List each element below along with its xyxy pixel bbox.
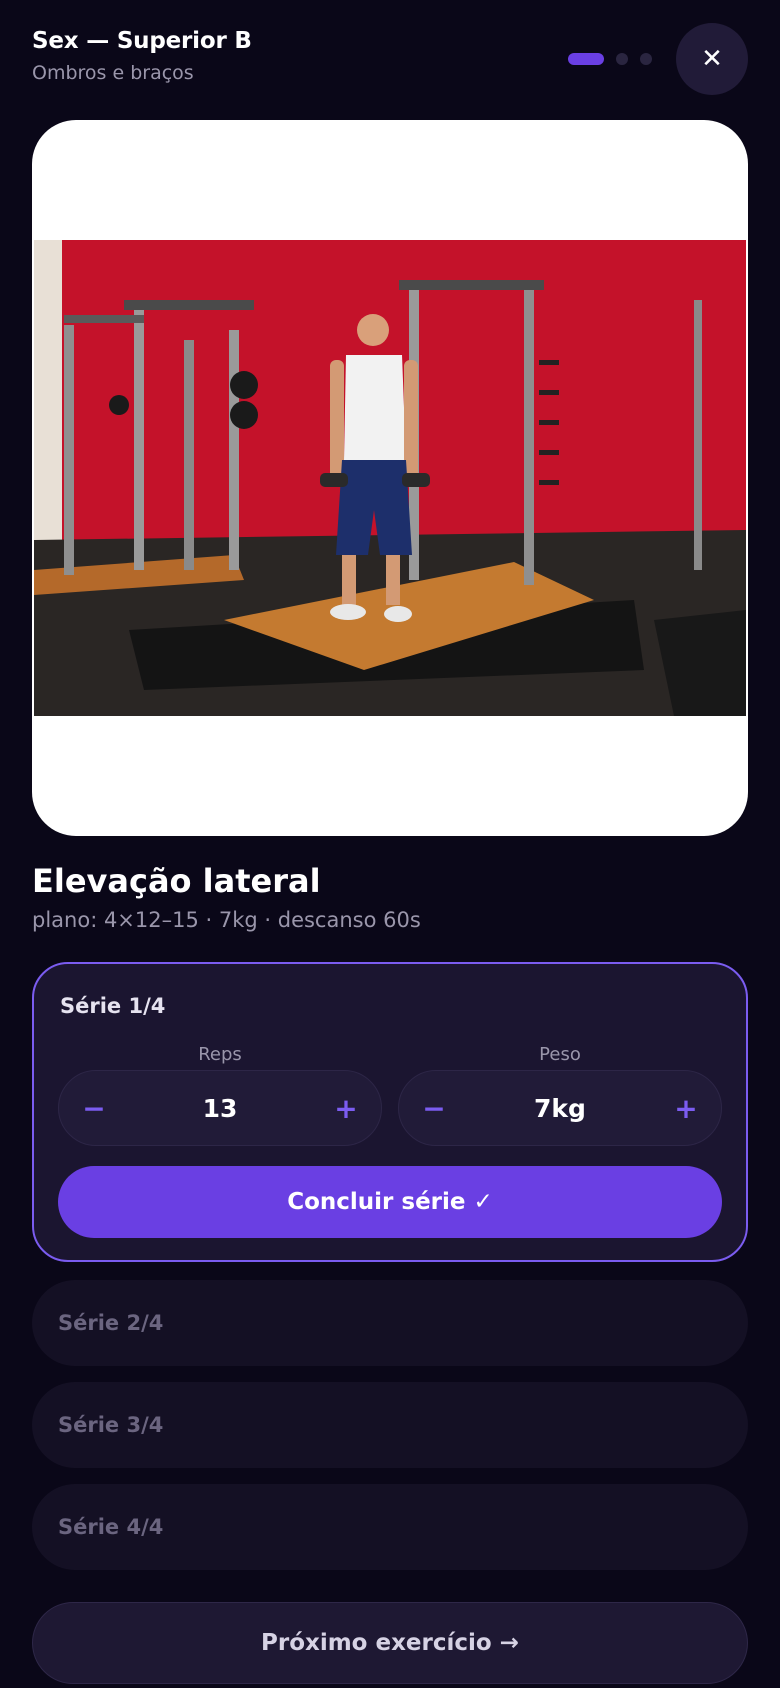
exercise-name: Elevação lateral: [32, 862, 321, 900]
progress-dot: [640, 53, 652, 65]
weight-stepper: − 7kg +: [398, 1070, 722, 1146]
plus-icon: +: [334, 1091, 358, 1125]
weight-label: Peso: [539, 1044, 581, 1065]
reps-increment-button[interactable]: +: [311, 1071, 381, 1145]
weight-value: 7kg: [534, 1093, 586, 1123]
progress-dot-active: [568, 53, 604, 65]
workout-header: Sex — Superior B Ombros e braços ✕: [32, 23, 748, 98]
reps-decrement-button[interactable]: −: [59, 1071, 129, 1145]
set-row[interactable]: Série 3/4: [32, 1382, 748, 1468]
reps-label: Reps: [198, 1044, 242, 1065]
minus-icon: −: [82, 1091, 106, 1125]
set-row[interactable]: Série 4/4: [32, 1484, 748, 1570]
set-row[interactable]: Série 2/4: [32, 1280, 748, 1366]
progress-dot: [616, 53, 628, 65]
exercise-media-card: [32, 120, 748, 836]
close-icon: ✕: [701, 44, 723, 74]
exercise-photo: [34, 240, 746, 716]
active-set-card: Série 1/4 Reps − 13 + Peso − 7kg + Concl…: [32, 962, 748, 1262]
weight-decrement-button[interactable]: −: [399, 1071, 469, 1145]
workout-subtitle: Ombros e braços: [32, 62, 194, 84]
set-label: Série 1/4: [60, 994, 166, 1018]
reps-value: 13: [202, 1093, 238, 1123]
minus-icon: −: [422, 1091, 446, 1125]
next-exercise-button[interactable]: Próximo exercício →: [32, 1602, 748, 1684]
complete-set-button[interactable]: Concluir série ✓: [58, 1166, 722, 1238]
workout-title: Sex — Superior B: [32, 28, 252, 54]
exercise-plan: plano: 4×12–15 · 7kg · descanso 60s: [32, 908, 421, 932]
close-button[interactable]: ✕: [676, 23, 748, 95]
weight-increment-button[interactable]: +: [651, 1071, 721, 1145]
reps-stepper: − 13 +: [58, 1070, 382, 1146]
plus-icon: +: [674, 1091, 698, 1125]
progress-dots: [568, 53, 652, 65]
